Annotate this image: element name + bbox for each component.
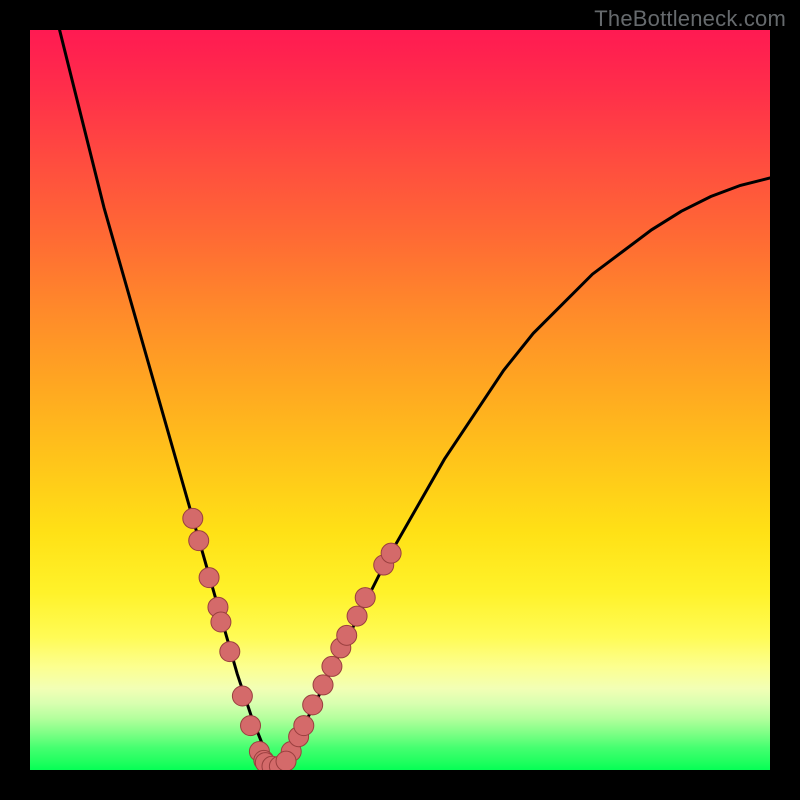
data-marker bbox=[294, 716, 314, 736]
data-marker bbox=[347, 606, 367, 626]
data-marker bbox=[355, 588, 375, 608]
chart-svg bbox=[30, 30, 770, 770]
data-marker bbox=[199, 568, 219, 588]
data-marker bbox=[183, 508, 203, 528]
data-marker bbox=[220, 642, 240, 662]
data-marker bbox=[189, 531, 209, 551]
watermark-text: TheBottleneck.com bbox=[594, 6, 786, 32]
data-marker bbox=[337, 625, 357, 645]
data-markers bbox=[183, 508, 401, 770]
data-marker bbox=[303, 695, 323, 715]
plot-area bbox=[30, 30, 770, 770]
bottleneck-curve bbox=[60, 30, 770, 770]
data-marker bbox=[313, 675, 333, 695]
data-marker bbox=[322, 656, 342, 676]
chart-frame: TheBottleneck.com bbox=[0, 0, 800, 800]
data-marker bbox=[211, 612, 231, 632]
data-marker bbox=[232, 686, 252, 706]
data-marker bbox=[276, 751, 296, 770]
data-marker bbox=[241, 716, 261, 736]
data-marker bbox=[381, 543, 401, 563]
